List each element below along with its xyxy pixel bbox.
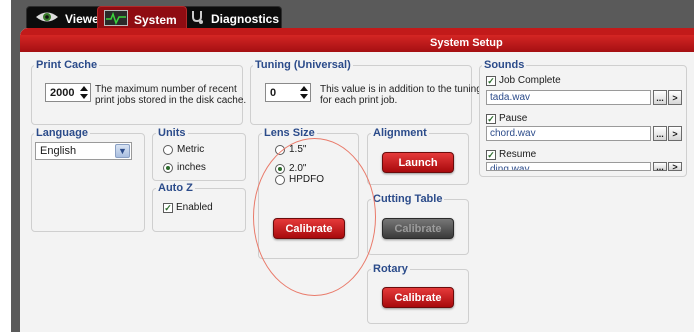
print-cache-note: The maximum number of recent print jobs … [95,84,246,106]
units-option-metric: Metric [177,144,205,155]
autoz-enabled-label: Enabled [176,202,213,213]
lens-radio-hpdfo[interactable]: HPDFO [275,174,324,185]
system-setup-panel: System Setup Print Cache 2000 The maximu… [20,28,694,332]
sound-resume-play-button[interactable]: > [668,162,682,172]
sound-job-complete-checkbox[interactable]: ✓ Job Complete [486,75,561,86]
units-group [152,133,246,181]
radio-icon [163,144,173,155]
sound-pause-browse-button[interactable]: ... [653,126,667,141]
stethoscope-icon [189,9,205,28]
pulse-monitor-icon [104,10,128,29]
checkmark-icon: ✓ [486,113,496,124]
tab-diagnostics-label: Diagnostics [211,11,280,26]
autoz-enabled-checkbox[interactable]: ✓ Enabled [163,202,213,213]
sound-job-complete-browse-button[interactable]: ... [653,90,667,105]
units-title: Units [156,127,188,139]
radio-icon [275,174,285,185]
checkmark-icon: ✓ [163,202,173,213]
sound-resume-label: Resume [499,149,537,160]
tuning-note: This value is in addition to the tuning … [320,84,482,106]
autoz-title: Auto Z [156,182,195,194]
lens-radio-1-5[interactable]: 1.5" [275,144,306,155]
sound-pause-checkbox[interactable]: ✓ Pause [486,113,527,124]
print-cache-spinner[interactable] [79,86,88,99]
tuning-input[interactable]: 0 [265,83,311,102]
alignment-launch-button[interactable]: Launch [382,152,454,173]
language-selected: English [40,145,77,157]
sound-job-complete-play-button[interactable]: > [668,90,682,105]
lens-option-1-5: 1.5" [289,144,307,155]
lens-size-title: Lens Size [262,127,317,139]
sound-job-complete-file[interactable]: tada.wav [486,90,651,105]
sound-job-complete-label: Job Complete [499,75,561,86]
tab-diagnostics[interactable]: Diagnostics [180,6,282,30]
panel-header: System Setup [20,35,694,52]
language-select[interactable]: English ▼ [35,142,132,160]
tuning-note-line1: This value is in addition to the tuning [320,84,482,95]
sound-resume-browse-button[interactable]: ... [653,162,667,172]
panel-title: System Setup [430,37,503,49]
lens-option-2-0: 2.0" [289,163,307,174]
language-title: Language [34,127,90,139]
chevron-down-icon[interactable]: ▼ [115,144,130,158]
eye-icon [35,10,59,27]
radio-selected-icon [163,162,173,173]
rotary-title: Rotary [371,263,410,275]
tab-system-label: System [134,12,177,27]
alignment-title: Alignment [371,127,429,139]
sound-pause-play-button[interactable]: > [668,126,682,141]
tuning-value: 0 [270,86,277,99]
tuning-title: Tuning (Universal) [253,59,353,71]
cutting-table-calibrate-button[interactable]: Calibrate [382,218,454,239]
units-radio-metric[interactable]: Metric [163,144,204,155]
tuning-note-line2: for each print job. [320,95,398,106]
print-cache-input[interactable]: 2000 [45,83,91,102]
print-cache-note-line2: print jobs stored in the disk cache. [95,95,247,106]
checkmark-icon: ✓ [486,75,496,86]
print-cache-value: 2000 [50,86,75,99]
radio-icon [275,144,285,155]
sound-pause-file[interactable]: chord.wav [486,126,651,141]
sound-pause-label: Pause [499,113,528,124]
print-cache-note-line1: The maximum number of recent [95,84,237,95]
units-radio-inches[interactable]: inches [163,162,206,173]
sound-resume-checkbox[interactable]: ✓ Resume [486,149,536,160]
lens-option-hpdfo: HPDFO [289,174,324,185]
print-cache-title: Print Cache [34,59,100,71]
tuning-spinner[interactable] [299,86,308,99]
app-window: Viewer Diagnostics System System Setup P… [11,0,694,332]
cutting-table-title: Cutting Table [371,193,445,205]
rotary-calibrate-button[interactable]: Calibrate [382,287,454,308]
sound-resume-file[interactable]: ding.wav [486,162,651,171]
units-option-inches: inches [177,162,206,173]
lens-radio-2-0[interactable]: 2.0" [275,163,306,174]
checkmark-icon: ✓ [486,149,496,160]
lens-calibrate-button[interactable]: Calibrate [273,218,345,239]
lens-size-group [258,133,359,259]
sounds-title: Sounds [482,59,527,71]
radio-selected-icon [275,163,285,174]
